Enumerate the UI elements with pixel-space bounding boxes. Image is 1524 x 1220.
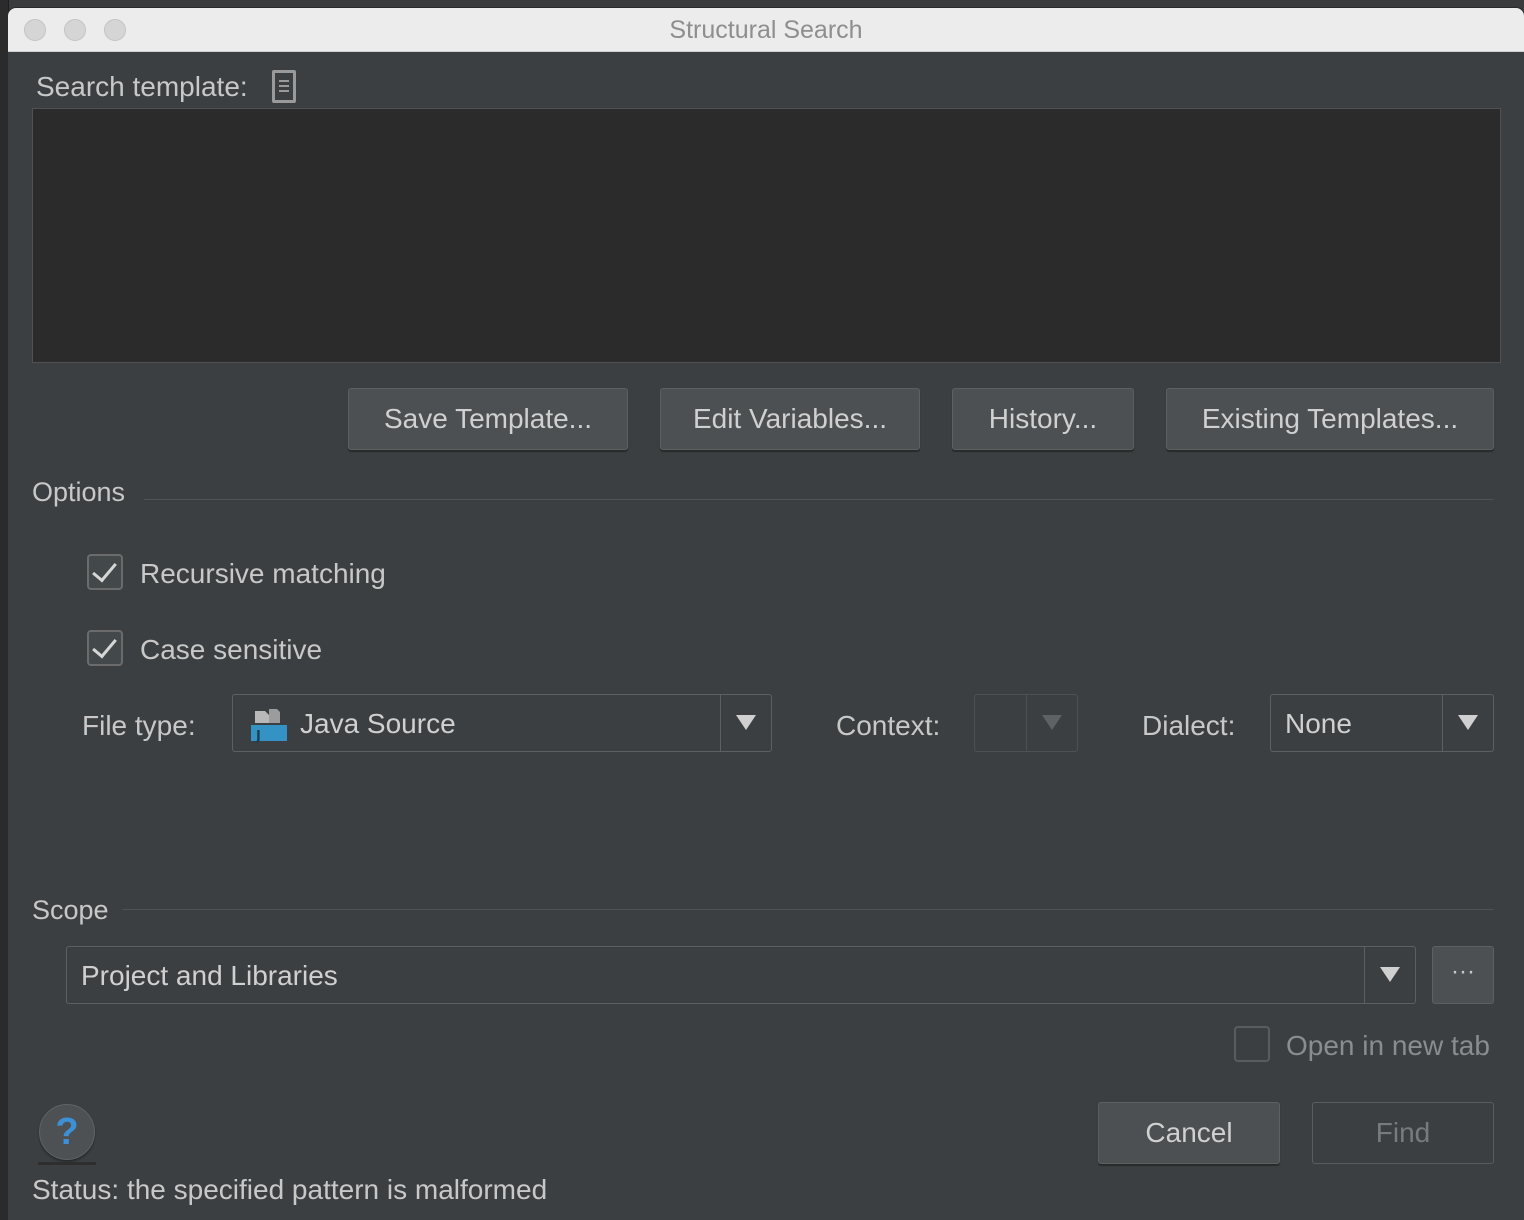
open-in-new-tab-checkbox[interactable] <box>1234 1026 1270 1062</box>
checkmark-icon <box>92 632 117 659</box>
dialect-label: Dialect: <box>1142 710 1236 741</box>
chevron-down-icon <box>1458 715 1478 730</box>
dialect-dropdown[interactable]: None <box>1270 694 1494 752</box>
options-separator <box>144 499 1494 500</box>
help-underline <box>38 1162 96 1165</box>
window-title: Structural Search <box>669 16 863 44</box>
status-text: Status: the specified pattern is malform… <box>32 1174 548 1205</box>
recursive-matching-label[interactable]: Recursive matching <box>140 558 386 590</box>
file-type-value: Java Source <box>300 708 456 739</box>
options-heading: Options <box>32 477 126 507</box>
open-in-new-tab-label[interactable]: Open in new tab <box>1286 1030 1490 1062</box>
checkmark-icon <box>92 556 117 583</box>
existing-templates-button[interactable]: Existing Templates... <box>1166 388 1494 450</box>
dropdown-divider <box>720 695 721 751</box>
scope-value: Project and Libraries <box>81 960 338 991</box>
context-label: Context: <box>836 710 941 741</box>
cancel-button[interactable]: Cancel <box>1098 1102 1280 1164</box>
dialect-value: None <box>1285 708 1352 739</box>
file-type-label: File type: <box>82 710 196 741</box>
scope-heading: Scope <box>32 895 109 925</box>
recursive-matching-checkbox[interactable] <box>87 554 123 590</box>
help-button[interactable]: ? <box>39 1104 95 1160</box>
context-dropdown <box>974 694 1078 752</box>
dropdown-divider <box>1364 947 1365 1003</box>
history-button[interactable]: History... <box>952 388 1134 450</box>
search-template-editor[interactable] <box>32 108 1501 363</box>
chevron-down-icon <box>736 715 756 730</box>
structural-search-dialog: Structural Search Search template: Save … <box>8 8 1524 1220</box>
find-button[interactable]: Find <box>1312 1102 1494 1164</box>
search-template-label: Search template: <box>36 71 248 102</box>
chevron-down-icon <box>1380 967 1400 982</box>
file-type-dropdown[interactable]: J Java Source <box>232 694 772 752</box>
edit-variables-button[interactable]: Edit Variables... <box>660 388 920 450</box>
dropdown-divider <box>1442 695 1443 751</box>
title-bar: Structural Search <box>8 8 1524 52</box>
template-document-icon[interactable] <box>272 70 296 103</box>
scope-separator <box>122 909 1494 910</box>
case-sensitive-checkbox[interactable] <box>87 630 123 666</box>
scope-more-button[interactable]: ··· <box>1432 946 1494 1004</box>
java-source-icon: J <box>251 709 287 743</box>
save-template-button[interactable]: Save Template... <box>348 388 628 450</box>
dropdown-divider <box>1026 695 1027 751</box>
chevron-down-icon <box>1042 715 1062 730</box>
svg-text:J: J <box>255 729 261 743</box>
scope-dropdown[interactable]: Project and Libraries <box>66 946 1416 1004</box>
case-sensitive-label[interactable]: Case sensitive <box>140 634 322 666</box>
